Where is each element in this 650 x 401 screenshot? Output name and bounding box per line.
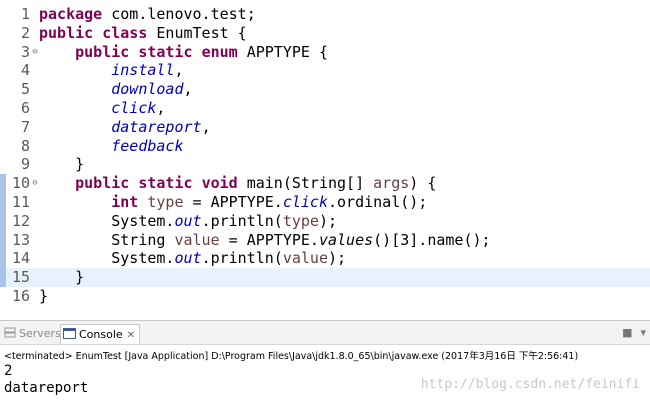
- console-output-line[interactable]: datareport: [4, 380, 88, 397]
- code-line[interactable]: 3 ⊖ public static enum APPTYPE {: [0, 43, 650, 62]
- code-text[interactable]: }: [39, 287, 48, 306]
- line-number: 6: [20, 99, 30, 117]
- view-menu-icon[interactable]: ▾: [640, 326, 646, 339]
- code-line[interactable]: 14 System.out.println(value);: [0, 249, 650, 269]
- code-line[interactable]: 11 int type = APPTYPE.click.ordinal();: [0, 193, 650, 212]
- code-line[interactable]: 13 String value = APPTYPE.values()[3].na…: [0, 230, 650, 250]
- line-number: 15: [11, 268, 30, 287]
- code-text[interactable]: download,: [39, 80, 192, 99]
- line-number: 9: [20, 155, 30, 174]
- code-text[interactable]: System.out.println(type);: [39, 212, 337, 231]
- console-toolbar: ■ ▾: [614, 326, 646, 339]
- console-view: Servers Console ✕ ■ ▾ <terminated> EnumTes…: [0, 320, 650, 401]
- code-text[interactable]: feedback: [39, 137, 183, 156]
- code-line[interactable]: 9 }: [0, 155, 650, 174]
- watermark: http://blog.csdn.net/feinifi: [420, 377, 640, 392]
- code-line[interactable]: 5 download,: [0, 80, 650, 99]
- console-icon: [63, 326, 76, 345]
- code-text[interactable]: String value = APPTYPE.values()[3].name(…: [39, 231, 490, 250]
- code-text[interactable]: }: [39, 268, 84, 287]
- code-text[interactable]: int type = APPTYPE.click.ordinal();: [39, 193, 427, 212]
- keyword: package: [39, 5, 103, 23]
- process-label: <terminated> EnumTest [Java Application]…: [4, 351, 579, 362]
- code-text[interactable]: click,: [39, 99, 165, 118]
- code-line[interactable]: 6 click,: [0, 99, 650, 118]
- code-text[interactable]: public class EnumTest {: [39, 24, 247, 43]
- close-icon[interactable]: ✕: [127, 330, 135, 341]
- code-line[interactable]: 12 System.out.println(type);: [0, 211, 650, 231]
- code-line[interactable]: 7 datareport,: [0, 118, 650, 137]
- code-line[interactable]: 4 install,: [0, 61, 650, 80]
- code-text[interactable]: public static void main(String[] args) {: [39, 174, 436, 193]
- tab-console[interactable]: Console ✕: [60, 324, 141, 345]
- code-line[interactable]: 2 public class EnumTest {: [0, 24, 650, 43]
- line-number: 8: [20, 136, 30, 155]
- code-line[interactable]: 8 feedback: [0, 137, 650, 156]
- tab-servers[interactable]: Servers: [4, 324, 61, 343]
- view-tab-bar: Servers Console ✕ ■ ▾: [0, 321, 650, 345]
- code-text[interactable]: package com.lenovo.test;: [39, 5, 256, 24]
- console-output-line[interactable]: 2: [4, 363, 12, 380]
- line-number: 2: [20, 23, 30, 42]
- line-number: 13: [11, 230, 30, 249]
- line-number: 14: [11, 249, 30, 268]
- terminate-icon[interactable]: ■: [622, 326, 632, 339]
- line-number: 4: [20, 61, 30, 80]
- code-line[interactable]: 10 ⊖ public static void main(String[] ar…: [0, 174, 650, 193]
- code-editor[interactable]: 1 package com.lenovo.test; 2 public clas…: [0, 0, 650, 310]
- line-number: 1: [20, 5, 30, 23]
- code-line[interactable]: 1 package com.lenovo.test;: [0, 5, 650, 24]
- code-text[interactable]: datareport,: [39, 118, 210, 137]
- code-text[interactable]: }: [39, 155, 84, 174]
- line-number: 16: [11, 287, 30, 305]
- line-number: 5: [20, 80, 30, 99]
- line-number: 3: [20, 42, 30, 61]
- line-number: 7: [20, 117, 30, 136]
- line-number: 12: [11, 211, 30, 230]
- code-text[interactable]: install,: [39, 61, 183, 80]
- code-text[interactable]: System.out.println(value);: [39, 249, 346, 268]
- code-text[interactable]: public static enum APPTYPE {: [39, 43, 328, 62]
- line-number: 11: [11, 193, 30, 211]
- line-number: 10: [11, 174, 30, 193]
- code-line[interactable]: 16 }: [0, 287, 650, 306]
- current-code-line[interactable]: 15 }: [0, 268, 650, 287]
- servers-icon: [4, 325, 16, 344]
